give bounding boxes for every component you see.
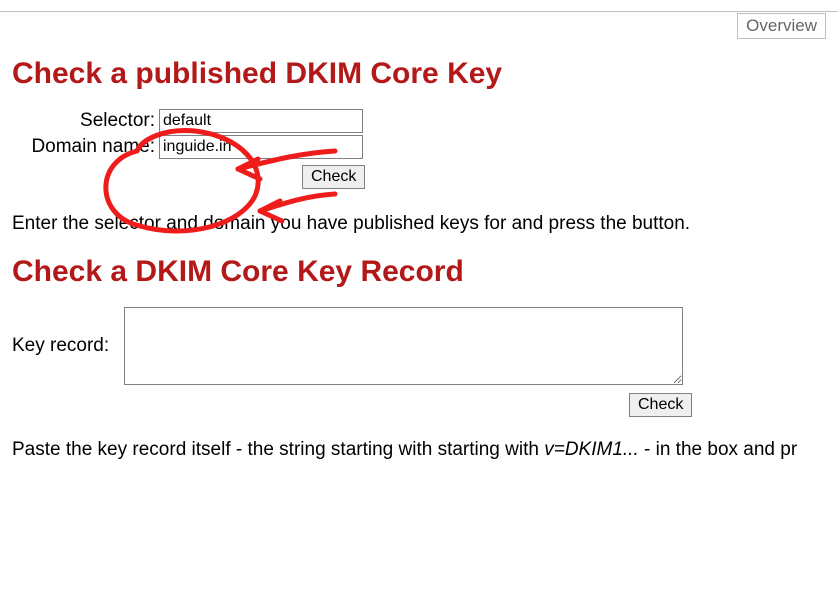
record-label: Key record: (12, 335, 124, 357)
heading-check-record: Check a DKIM Core Key Record (12, 255, 826, 289)
check-published-button[interactable]: Check (302, 165, 365, 189)
help-record: Paste the key record itself - the string… (12, 439, 826, 461)
help-record-post: - in the box and pr (639, 439, 797, 460)
top-rule (0, 11, 838, 12)
overview-tab[interactable]: Overview (737, 13, 826, 39)
key-record-input[interactable] (124, 307, 683, 385)
help-published: Enter the selector and domain you have p… (12, 213, 826, 235)
help-record-em: v=DKIM1... (544, 439, 639, 460)
domain-label: Domain name: (12, 136, 159, 158)
help-record-pre: Paste the key record itself - the string… (12, 439, 544, 460)
selector-label: Selector: (12, 110, 159, 132)
heading-check-published: Check a published DKIM Core Key (12, 57, 826, 91)
domain-input[interactable] (159, 135, 363, 159)
selector-input[interactable] (159, 109, 363, 133)
check-record-button[interactable]: Check (629, 393, 692, 417)
